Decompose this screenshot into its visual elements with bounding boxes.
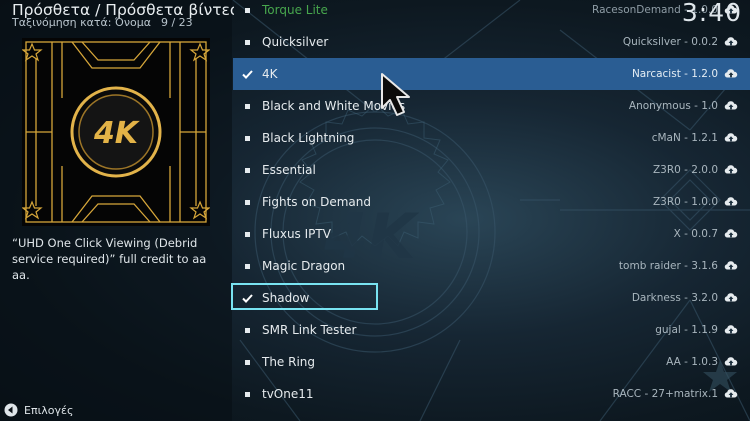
addon-thumbnail-art: 4K — [21, 38, 211, 226]
addon-name: SMR Link Tester — [262, 323, 357, 337]
cloud-upload-icon — [724, 101, 738, 110]
bullet-icon — [233, 327, 262, 333]
info-panel: Πρόσθετα / Πρόσθετα βίντεο Ταξινόμηση κα… — [0, 0, 234, 421]
addon-name: 4K — [262, 67, 278, 81]
sort-info: Ταξινόμηση κατά: Όνομα 9 / 23 — [12, 15, 234, 31]
addon-author-version: Quicksilver - 0.0.2 — [622, 36, 718, 48]
addon-name: Black Lightning — [262, 131, 355, 145]
bullet-icon — [233, 103, 262, 109]
addon-author-version: cMaN - 1.2.1 — [651, 132, 718, 144]
bullet-icon — [233, 391, 262, 397]
addon-description: “UHD One Click Viewing (Debrid service r… — [12, 236, 207, 282]
bullet-icon — [233, 263, 262, 269]
focus-outline — [231, 283, 378, 310]
addon-name: tvOne11 — [262, 387, 314, 401]
addon-thumbnail: 4K — [21, 38, 211, 226]
addon-author-version: Narcacist - 1.2.0 — [631, 68, 718, 80]
check-icon — [233, 69, 262, 79]
bullet-icon — [233, 199, 262, 205]
cloud-upload-icon — [724, 197, 738, 206]
addon-author-version: AA - 1.0.3 — [666, 356, 718, 368]
addon-list-item[interactable]: Quicksilver Quicksilver - 0.0.2 — [233, 26, 750, 58]
bullet-icon — [233, 39, 262, 45]
addon-name: Torque Lite — [262, 3, 328, 17]
cloud-upload-icon — [724, 37, 738, 46]
addon-author-version: Anonymous - 1.0 — [628, 100, 718, 112]
addon-name: Quicksilver — [262, 35, 329, 49]
addon-list-item[interactable]: 4K Narcacist - 1.2.0 — [233, 58, 750, 90]
addon-author-version: Z3R0 - 1.0.0 — [652, 196, 718, 208]
addon-author-version: tomb raider - 3.1.6 — [618, 260, 718, 272]
addon-list: Torque Lite RacesonDemand - 1.0.0 Quicksil… — [231, 0, 750, 410]
addon-author-version: Z3R0 - 2.0.0 — [652, 164, 718, 176]
item-position: 9 / 23 — [160, 16, 193, 29]
cloud-upload-icon — [724, 325, 738, 334]
thumbnail-4k-label: 4K — [93, 116, 141, 151]
sort-label: Ταξινόμηση κατά: Όνομα — [12, 16, 151, 29]
back-options-icon — [4, 403, 18, 417]
addon-author-version: gujal - 1.1.9 — [655, 324, 718, 336]
addon-author-version: RACC - 27+matrix.1 — [612, 388, 718, 400]
addon-list-item[interactable]: Magic Dragon tomb raider - 3.1.6 — [233, 250, 750, 282]
addon-list-item[interactable]: The Ring AA - 1.0.3 — [233, 346, 750, 378]
addon-list-item[interactable]: Torque Lite RacesonDemand - 1.0.0 — [233, 0, 750, 26]
addon-name: Magic Dragon — [262, 259, 346, 273]
cloud-upload-icon — [724, 69, 738, 78]
bullet-icon — [233, 7, 262, 13]
addon-list-item[interactable]: tvOne11 RACC - 27+matrix.1 — [233, 378, 750, 410]
addon-author-version: X - 0.0.7 — [673, 228, 718, 240]
kodi-addon-browser: 4K Πρόσθετα / Πρόσθετα βίντεο Ταξινόμηση… — [0, 0, 750, 421]
cloud-upload-icon — [724, 293, 738, 302]
addon-author-version: Darkness - 3.2.0 — [631, 292, 718, 304]
addon-list-item[interactable]: Black and White Movies Anonymous - 1.0 — [233, 90, 750, 122]
clock: 3:40 — [681, 0, 742, 27]
cloud-upload-icon — [724, 357, 738, 366]
addon-list-item[interactable]: Fights on Demand Z3R0 - 1.0.0 — [233, 186, 750, 218]
bullet-icon — [233, 231, 262, 237]
bullet-icon — [233, 167, 262, 173]
cloud-upload-icon — [724, 133, 738, 142]
addon-list-item[interactable]: Black Lightning cMaN - 1.2.1 — [233, 122, 750, 154]
addon-name: Essential — [262, 163, 316, 177]
bullet-icon — [233, 359, 262, 365]
addon-list-item[interactable]: Fluxus IPTV X - 0.0.7 — [233, 218, 750, 250]
cloud-upload-icon — [724, 229, 738, 238]
cloud-upload-icon — [724, 389, 738, 398]
cloud-upload-icon — [724, 165, 738, 174]
addon-list-item[interactable]: Essential Z3R0 - 2.0.0 — [233, 154, 750, 186]
cloud-upload-icon — [724, 261, 738, 270]
addon-list-item[interactable]: Shadow Darkness - 3.2.0 — [231, 282, 750, 314]
addon-name: The Ring — [262, 355, 316, 369]
addon-list-item[interactable]: SMR Link Tester gujal - 1.1.9 — [233, 314, 750, 346]
options-label: Επιλογές — [24, 403, 74, 417]
options-button[interactable]: Επιλογές — [4, 402, 73, 418]
bullet-icon — [233, 135, 262, 141]
mouse-pointer-icon — [381, 73, 410, 116]
addon-name: Fluxus IPTV — [262, 227, 331, 241]
addon-name: Fights on Demand — [262, 195, 372, 209]
